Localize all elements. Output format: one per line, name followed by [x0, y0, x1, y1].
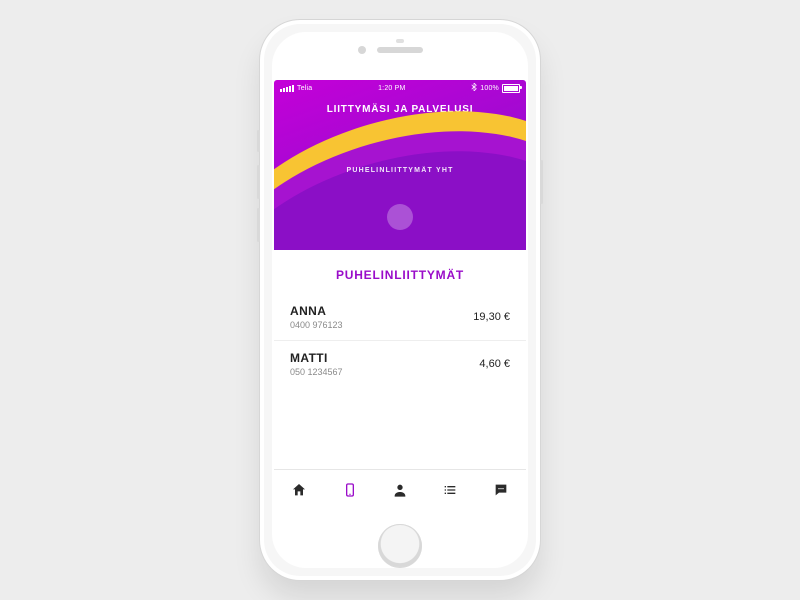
subscriber-name: ANNA	[290, 304, 343, 318]
volume-up	[257, 165, 260, 199]
mute-switch	[257, 130, 260, 152]
clock: 1:20 PM	[378, 85, 405, 92]
tab-home[interactable]	[274, 470, 324, 510]
page-indicator[interactable]	[387, 204, 413, 230]
person-icon	[392, 482, 408, 498]
subscriber-number: 0400 976123	[290, 320, 343, 330]
front-camera	[358, 46, 366, 54]
stage: Telia 1:20 PM 100% LIITTYMÄSI JA PALVELU…	[0, 0, 800, 600]
screen: Telia 1:20 PM 100% LIITTYMÄSI JA PALVELU…	[274, 80, 526, 510]
tab-phone[interactable]	[324, 470, 374, 510]
list-icon	[442, 482, 458, 498]
volume-down	[257, 208, 260, 242]
list-item[interactable]: MATTI 050 1234567 4,60 €	[274, 341, 526, 387]
home-icon	[291, 482, 307, 498]
bluetooth-icon	[471, 83, 477, 93]
power-button	[540, 160, 543, 204]
subscriptions-section: PUHELINLIITTYMÄT ANNA 0400 976123 19,30 …	[274, 250, 526, 469]
signal-icon	[280, 85, 294, 92]
battery-icon	[502, 84, 520, 93]
carrier-label: Telia	[297, 85, 312, 92]
home-button[interactable]	[378, 524, 422, 568]
tab-list[interactable]	[425, 470, 475, 510]
subscriber-name: MATTI	[290, 351, 343, 365]
tab-bar	[274, 469, 526, 510]
hero-panel: Telia 1:20 PM 100% LIITTYMÄSI JA PALVELU…	[274, 80, 526, 250]
battery-pct: 100%	[480, 85, 499, 92]
subscriber-number: 050 1234567	[290, 367, 343, 377]
status-bar: Telia 1:20 PM 100%	[274, 80, 526, 96]
earpiece	[377, 47, 423, 53]
subscriber-price: 4,60 €	[479, 358, 510, 370]
tab-profile[interactable]	[375, 470, 425, 510]
prox-sensor	[396, 39, 404, 43]
subscriber-price: 19,30 €	[473, 311, 510, 323]
tab-chat[interactable]	[476, 470, 526, 510]
chat-icon	[493, 482, 509, 498]
section-title: PUHELINLIITTYMÄT	[274, 268, 526, 282]
phone-icon	[342, 482, 358, 498]
phone-chassis: Telia 1:20 PM 100% LIITTYMÄSI JA PALVELU…	[260, 20, 540, 580]
list-item[interactable]: ANNA 0400 976123 19,30 €	[274, 294, 526, 340]
total-subtitle: PUHELINLIITTYMÄT YHT	[274, 167, 526, 174]
